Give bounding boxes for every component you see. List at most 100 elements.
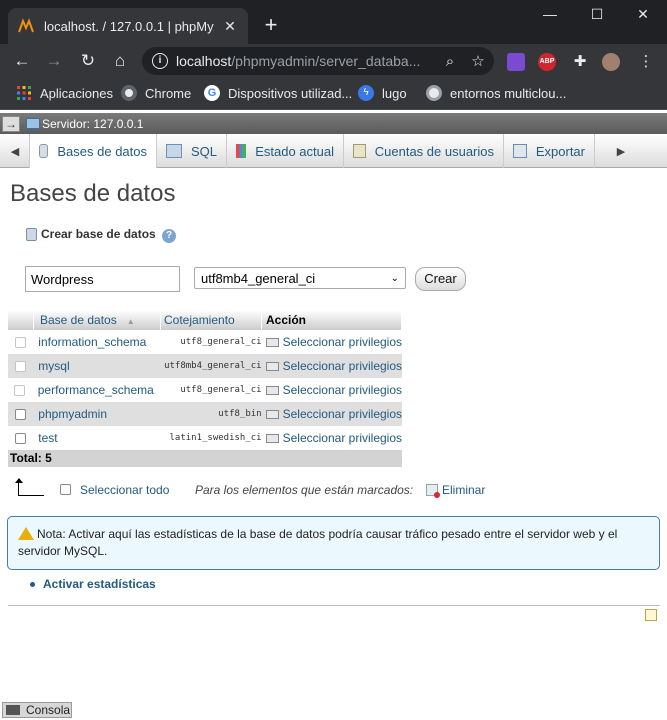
collation-selected-value: utf8mb4_general_ci bbox=[201, 270, 316, 286]
collation-value: utf8_bin bbox=[218, 409, 262, 419]
collation-value: utf8_general_ci bbox=[180, 337, 262, 347]
header-checkbox-column bbox=[8, 310, 34, 330]
database-link[interactable]: test bbox=[32, 431, 151, 445]
menu-scroll-left-icon[interactable]: ◀ bbox=[2, 134, 28, 168]
tab-export[interactable]: Exportar bbox=[504, 134, 595, 168]
tab-label: Cuentas de usuarios bbox=[374, 143, 494, 159]
chrome-icon bbox=[121, 85, 137, 101]
with-selected-label: Para los elementos que están marcados: bbox=[195, 483, 414, 497]
sql-icon bbox=[166, 144, 182, 158]
privileges-icon bbox=[265, 361, 279, 371]
row-checkbox bbox=[14, 336, 26, 348]
tab-databases[interactable]: Bases de datos bbox=[29, 134, 157, 168]
status-chart-icon bbox=[236, 144, 247, 158]
server-icon bbox=[26, 118, 40, 129]
table-row: phpmyadmin utf8_bin Seleccionar privileg… bbox=[8, 402, 402, 426]
console-toggle[interactable]: Consola bbox=[2, 702, 72, 718]
star-icon[interactable]: ☆ bbox=[469, 52, 487, 70]
database-link[interactable]: performance_schema bbox=[32, 383, 154, 397]
phpmyadmin-favicon bbox=[18, 18, 34, 33]
home-icon[interactable]: ⌂ bbox=[108, 49, 132, 73]
collation-select[interactable]: utf8mb4_general_ci ⌄ bbox=[194, 267, 406, 289]
drop-icon bbox=[426, 484, 440, 498]
row-checkbox[interactable] bbox=[14, 432, 26, 444]
server-breadcrumb: → Servidor: 127.0.0.1 bbox=[0, 113, 667, 134]
menu-kebab-icon[interactable]: ⋮ bbox=[637, 53, 655, 71]
bookmark-aplicaciones[interactable]: Aplicaciones bbox=[16, 85, 113, 101]
tab-status[interactable]: Estado actual bbox=[227, 134, 344, 168]
privileges-link[interactable]: Seleccionar privilegios bbox=[265, 359, 402, 373]
divider bbox=[8, 605, 660, 606]
chevron-down-icon: ⌄ bbox=[390, 272, 399, 284]
tab-user-accounts[interactable]: Cuentas de usuarios bbox=[344, 134, 504, 168]
forward-icon[interactable]: → bbox=[42, 49, 66, 73]
extensions-puzzle-icon[interactable]: ✚ bbox=[571, 53, 589, 71]
table-row: test latin1_swedish_ci Seleccionar privi… bbox=[8, 426, 402, 450]
database-name-input[interactable] bbox=[25, 266, 180, 292]
row-checkbox bbox=[14, 360, 26, 372]
navigation-toggle-icon[interactable]: → bbox=[2, 115, 20, 132]
server-link[interactable]: Servidor: 127.0.0.1 bbox=[42, 117, 143, 131]
console-label: Consola bbox=[26, 703, 71, 717]
database-link[interactable]: information_schema bbox=[32, 335, 151, 349]
export-icon bbox=[513, 144, 527, 158]
privileges-icon bbox=[265, 337, 279, 347]
tab-label: Exportar bbox=[535, 143, 585, 159]
row-checkbox[interactable] bbox=[14, 408, 26, 420]
help-icon[interactable]: ? bbox=[162, 229, 176, 243]
site-info-icon[interactable]: i bbox=[152, 53, 168, 69]
avatar[interactable] bbox=[602, 53, 620, 71]
adblock-icon[interactable]: ABP bbox=[538, 53, 556, 71]
bookmark-chrome[interactable]: Chrome bbox=[121, 85, 191, 101]
create-database-label: Crear base de datos bbox=[41, 227, 156, 241]
menu-scroll-right-icon[interactable]: ▶ bbox=[608, 134, 634, 168]
minimize-icon[interactable]: — bbox=[535, 6, 565, 22]
address-bar[interactable]: i localhost/phpmyadmin/server_databa... … bbox=[142, 47, 494, 75]
bookmarks-bar: Aplicaciones Chrome G Dispositivos utili… bbox=[0, 78, 667, 110]
back-icon[interactable]: ← bbox=[10, 49, 34, 73]
database-link[interactable]: mysql bbox=[32, 359, 151, 373]
browser-toolbar: ← → ↻ ⌂ i localhost/phpmyadmin/server_da… bbox=[0, 44, 667, 78]
window-close-icon[interactable]: ✕ bbox=[628, 6, 658, 23]
page-title: Bases de datos bbox=[10, 180, 176, 207]
tab-label: Bases de datos bbox=[57, 143, 147, 159]
database-link[interactable]: phpmyadmin bbox=[32, 407, 151, 421]
sort-ascending-icon: ▲ bbox=[126, 317, 135, 326]
privileges-link[interactable]: Seleccionar privilegios bbox=[265, 335, 402, 349]
privileges-icon bbox=[265, 385, 279, 395]
bookmark-dispositivos[interactable]: G Dispositivos utilizad... bbox=[204, 85, 352, 101]
table-row: information_schema utf8_general_ci Selec… bbox=[8, 330, 402, 354]
activate-statistics-link[interactable]: Activar estadísticas bbox=[30, 577, 156, 591]
extension-icon[interactable] bbox=[507, 53, 525, 71]
search-icon[interactable]: ⌕ bbox=[441, 53, 459, 70]
page-settings-icon[interactable] bbox=[645, 609, 657, 621]
privileges-link[interactable]: Seleccionar privilegios bbox=[265, 407, 402, 421]
bookmark-lugo[interactable]: ϟ lugo bbox=[358, 85, 407, 101]
bookmark-entornos[interactable]: entornos multiclou... bbox=[426, 85, 566, 101]
table-row: mysql utf8mb4_general_ci Seleccionar pri… bbox=[8, 354, 402, 378]
users-icon bbox=[353, 144, 366, 158]
apps-grid-icon bbox=[17, 86, 31, 100]
header-database[interactable]: Base de datos ▲ bbox=[34, 310, 161, 330]
privileges-link[interactable]: Seleccionar privilegios bbox=[265, 383, 402, 397]
new-tab-button[interactable]: + bbox=[258, 12, 284, 38]
drop-databases-button[interactable]: Eliminar bbox=[426, 483, 485, 498]
create-database-button[interactable]: Crear bbox=[415, 267, 466, 291]
warning-icon bbox=[18, 527, 34, 540]
header-collation[interactable]: Cotejamiento bbox=[161, 310, 262, 330]
url-text[interactable]: localhost/phpmyadmin/server_databa... bbox=[176, 53, 431, 69]
notice-text: Nota: Activar aquí las estadísticas de l… bbox=[18, 527, 618, 558]
select-all-checkbox[interactable] bbox=[60, 484, 71, 495]
google-icon: G bbox=[204, 85, 220, 101]
row-checkbox bbox=[14, 384, 26, 396]
privileges-link[interactable]: Seleccionar privilegios bbox=[265, 431, 402, 445]
privileges-icon bbox=[265, 433, 279, 443]
tab-close-icon[interactable]: ✕ bbox=[222, 18, 238, 35]
collation-value: utf8mb4_general_ci bbox=[164, 361, 262, 371]
select-all-label[interactable]: Seleccionar todo bbox=[80, 483, 169, 497]
reload-icon[interactable]: ↻ bbox=[76, 49, 100, 73]
maximize-icon[interactable]: ☐ bbox=[582, 6, 612, 23]
bookmark-label: lugo bbox=[382, 85, 407, 101]
tab-sql[interactable]: SQL bbox=[157, 134, 227, 168]
browser-tab[interactable]: localhost. / 127.0.0.1 | phpMyAdmin ✕ bbox=[8, 8, 248, 44]
